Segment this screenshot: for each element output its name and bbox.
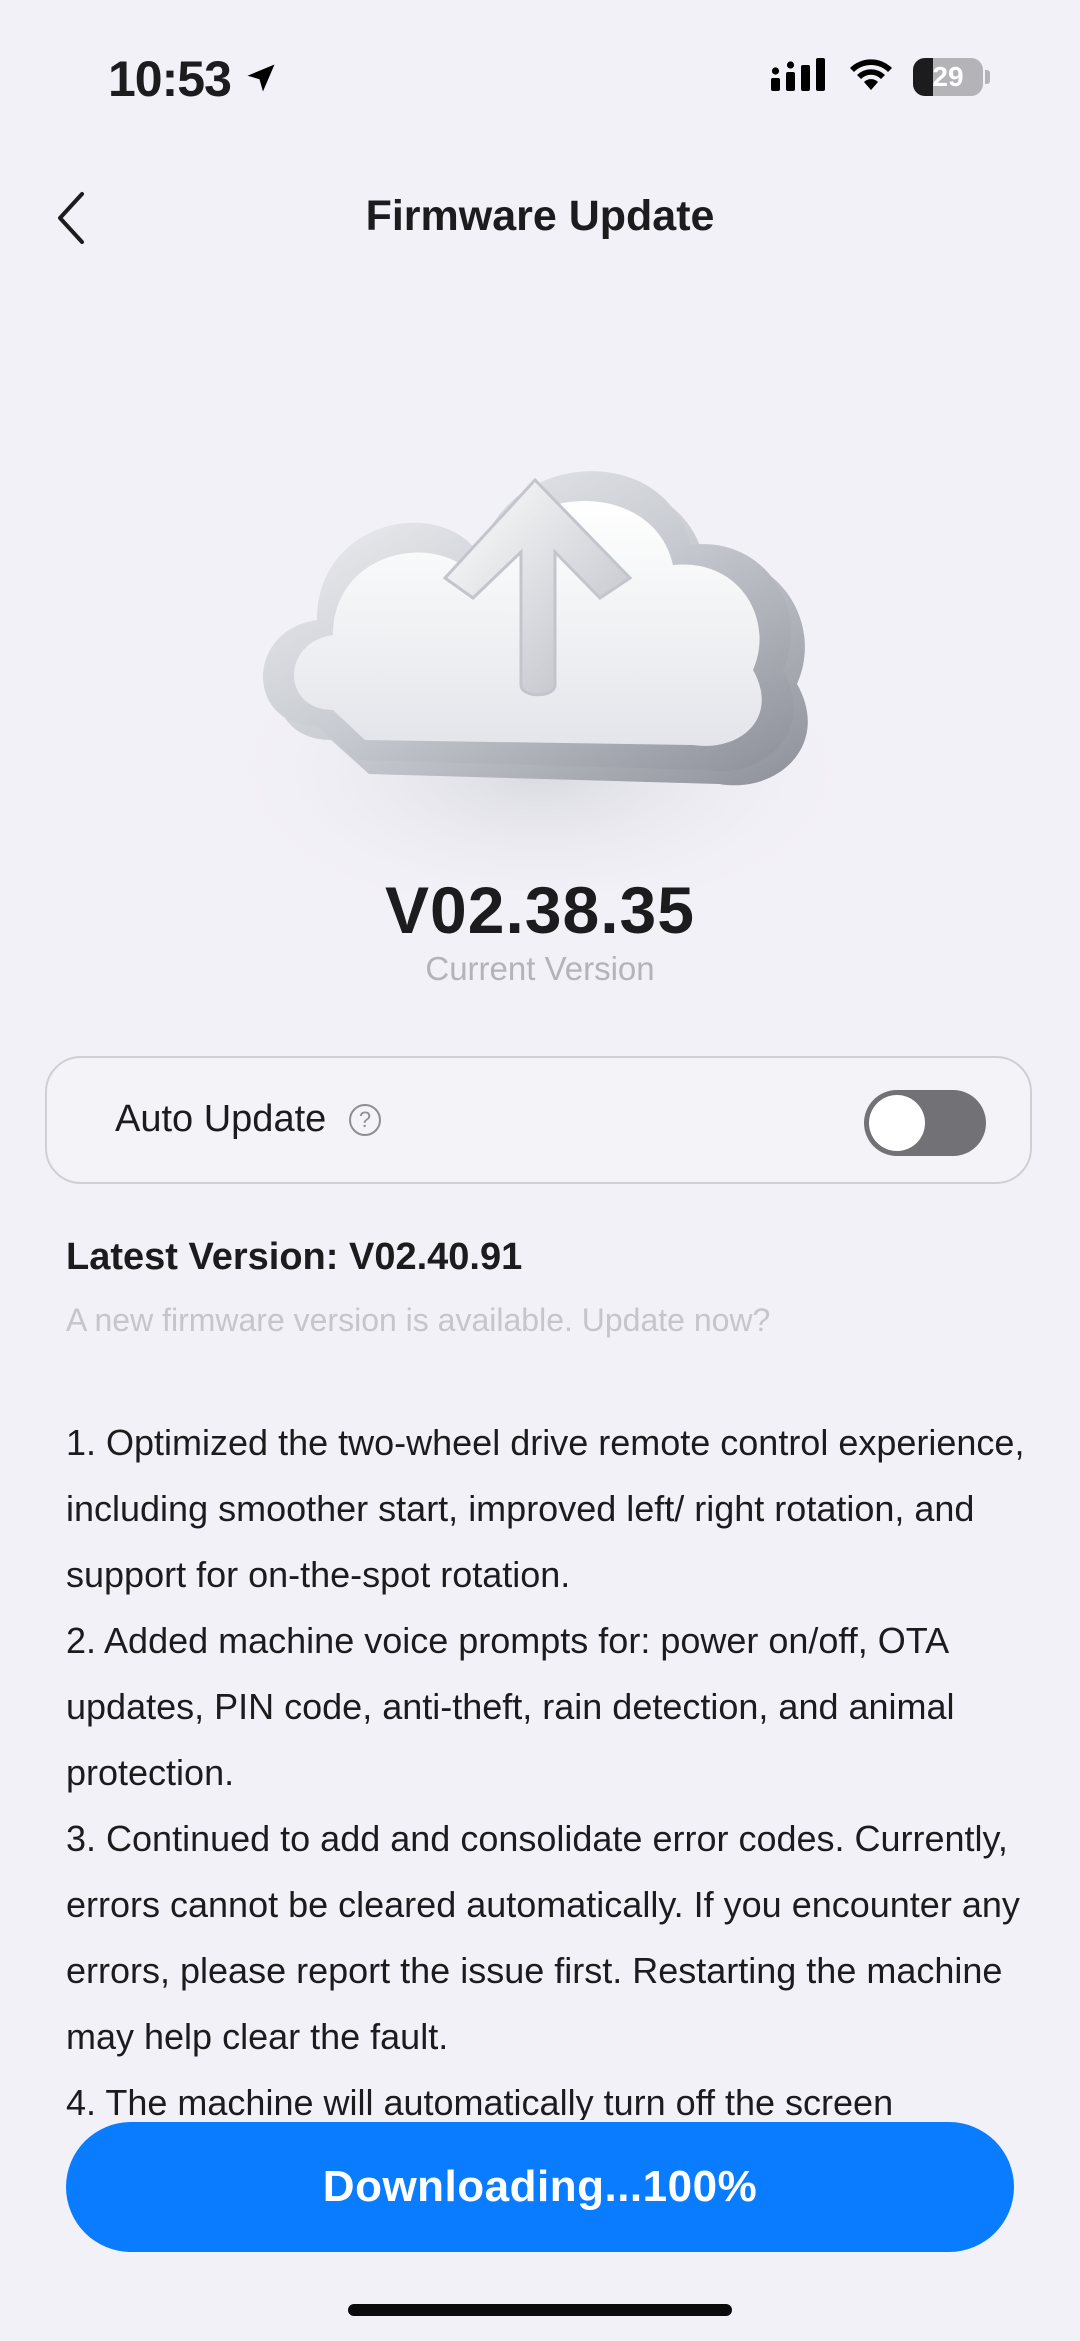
download-button-label: Downloading...100%: [322, 2162, 758, 2211]
release-note-item: 4. The machine will automatically turn o…: [66, 2082, 894, 2120]
status-time: 10:53: [108, 50, 279, 108]
cellular-signal-icon: [771, 56, 829, 97]
update-prompt: A new firmware version is available. Upd…: [66, 1302, 771, 1338]
battery-level: 29: [932, 60, 964, 92]
location-arrow-icon: [243, 50, 279, 108]
current-version-caption: Current Version: [425, 950, 655, 987]
release-notes: 1. Optimized the two-wheel drive remote …: [66, 1410, 1046, 2120]
auto-update-card: Auto Update ?: [45, 1056, 1032, 1184]
help-icon[interactable]: ?: [349, 1104, 381, 1136]
status-time-text: 10:53: [108, 51, 232, 107]
status-icons: 29: [771, 56, 990, 97]
cloud-upload-icon: [205, 330, 875, 930]
page-title: Firmware Update: [365, 192, 715, 240]
latest-version-title: Latest Version: V02.40.91: [66, 1236, 523, 1278]
battery-cap: [985, 69, 990, 84]
home-indicator: [348, 2304, 732, 2316]
battery-icon: 29: [913, 57, 983, 96]
release-note-item: 2. Added machine voice prompts for: powe…: [66, 1620, 955, 1793]
current-version-value: V02.38.35: [385, 873, 695, 947]
toggle-knob: [869, 1095, 925, 1151]
auto-update-label: Auto Update: [115, 1098, 327, 1140]
download-button[interactable]: Downloading...100%: [66, 2122, 1014, 2252]
status-bar: 10:53 29: [0, 0, 1080, 150]
release-note-item: 3. Continued to add and consolidate erro…: [66, 1818, 1020, 2057]
auto-update-toggle[interactable]: [864, 1090, 986, 1156]
wifi-icon: [847, 56, 895, 97]
nav-bar: Firmware Update: [0, 170, 1080, 270]
release-note-item: 1. Optimized the two-wheel drive remote …: [66, 1422, 1025, 1595]
